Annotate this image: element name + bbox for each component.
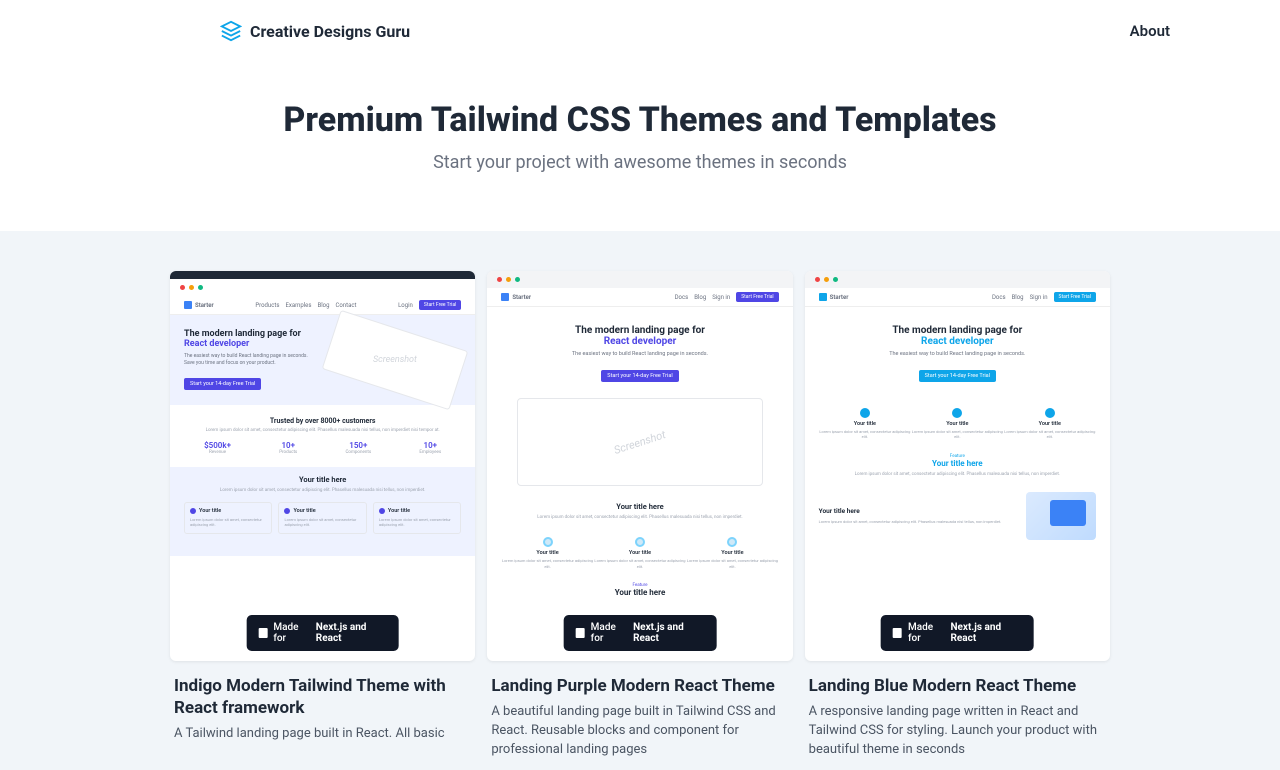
nextjs-icon — [258, 628, 267, 638]
theme-description: A responsive landing page written in Rea… — [809, 703, 1106, 760]
theme-preview: Starter DocsBlogSign inStart Free Trial … — [805, 271, 1110, 661]
tech-badge: Made for Next.js and React — [881, 615, 1034, 651]
theme-description: A beautiful landing page built in Tailwi… — [491, 703, 788, 760]
tech-badge: Made for Next.js and React — [564, 615, 717, 651]
theme-card[interactable]: Starter DocsBlogSign inStart Free Trial … — [805, 271, 1110, 760]
themes-grid: Starter ProductsExamplesBlogContact Logi… — [160, 271, 1120, 760]
theme-card[interactable]: Starter ProductsExamplesBlogContact Logi… — [170, 271, 475, 760]
tech-badge: Made for Next.js and React — [246, 615, 399, 651]
theme-preview: Starter DocsBlogSign inStart Free Trial … — [487, 271, 792, 661]
page-title: Premium Tailwind CSS Themes and Template… — [20, 100, 1260, 140]
nav-about[interactable]: About — [1130, 22, 1220, 40]
brand-name: Creative Designs Guru — [250, 22, 410, 41]
nextjs-icon — [893, 628, 902, 638]
site-header: Creative Designs Guru About — [0, 0, 1280, 62]
themes-section: Starter ProductsExamplesBlogContact Logi… — [0, 231, 1280, 770]
theme-description: A Tailwind landing page built in React. … — [174, 725, 471, 744]
brand-logo[interactable]: Creative Designs Guru — [220, 20, 410, 42]
theme-preview: Starter ProductsExamplesBlogContact Logi… — [170, 271, 475, 661]
hero-section: Premium Tailwind CSS Themes and Template… — [0, 62, 1280, 231]
layers-icon — [220, 20, 242, 42]
nextjs-icon — [576, 628, 585, 638]
page-subtitle: Start your project with awesome themes i… — [20, 152, 1260, 173]
theme-card[interactable]: Starter DocsBlogSign inStart Free Trial … — [487, 271, 792, 760]
theme-title: Landing Purple Modern React Theme — [491, 675, 788, 697]
theme-title: Landing Blue Modern React Theme — [809, 675, 1106, 697]
theme-title: Indigo Modern Tailwind Theme with React … — [174, 675, 471, 719]
